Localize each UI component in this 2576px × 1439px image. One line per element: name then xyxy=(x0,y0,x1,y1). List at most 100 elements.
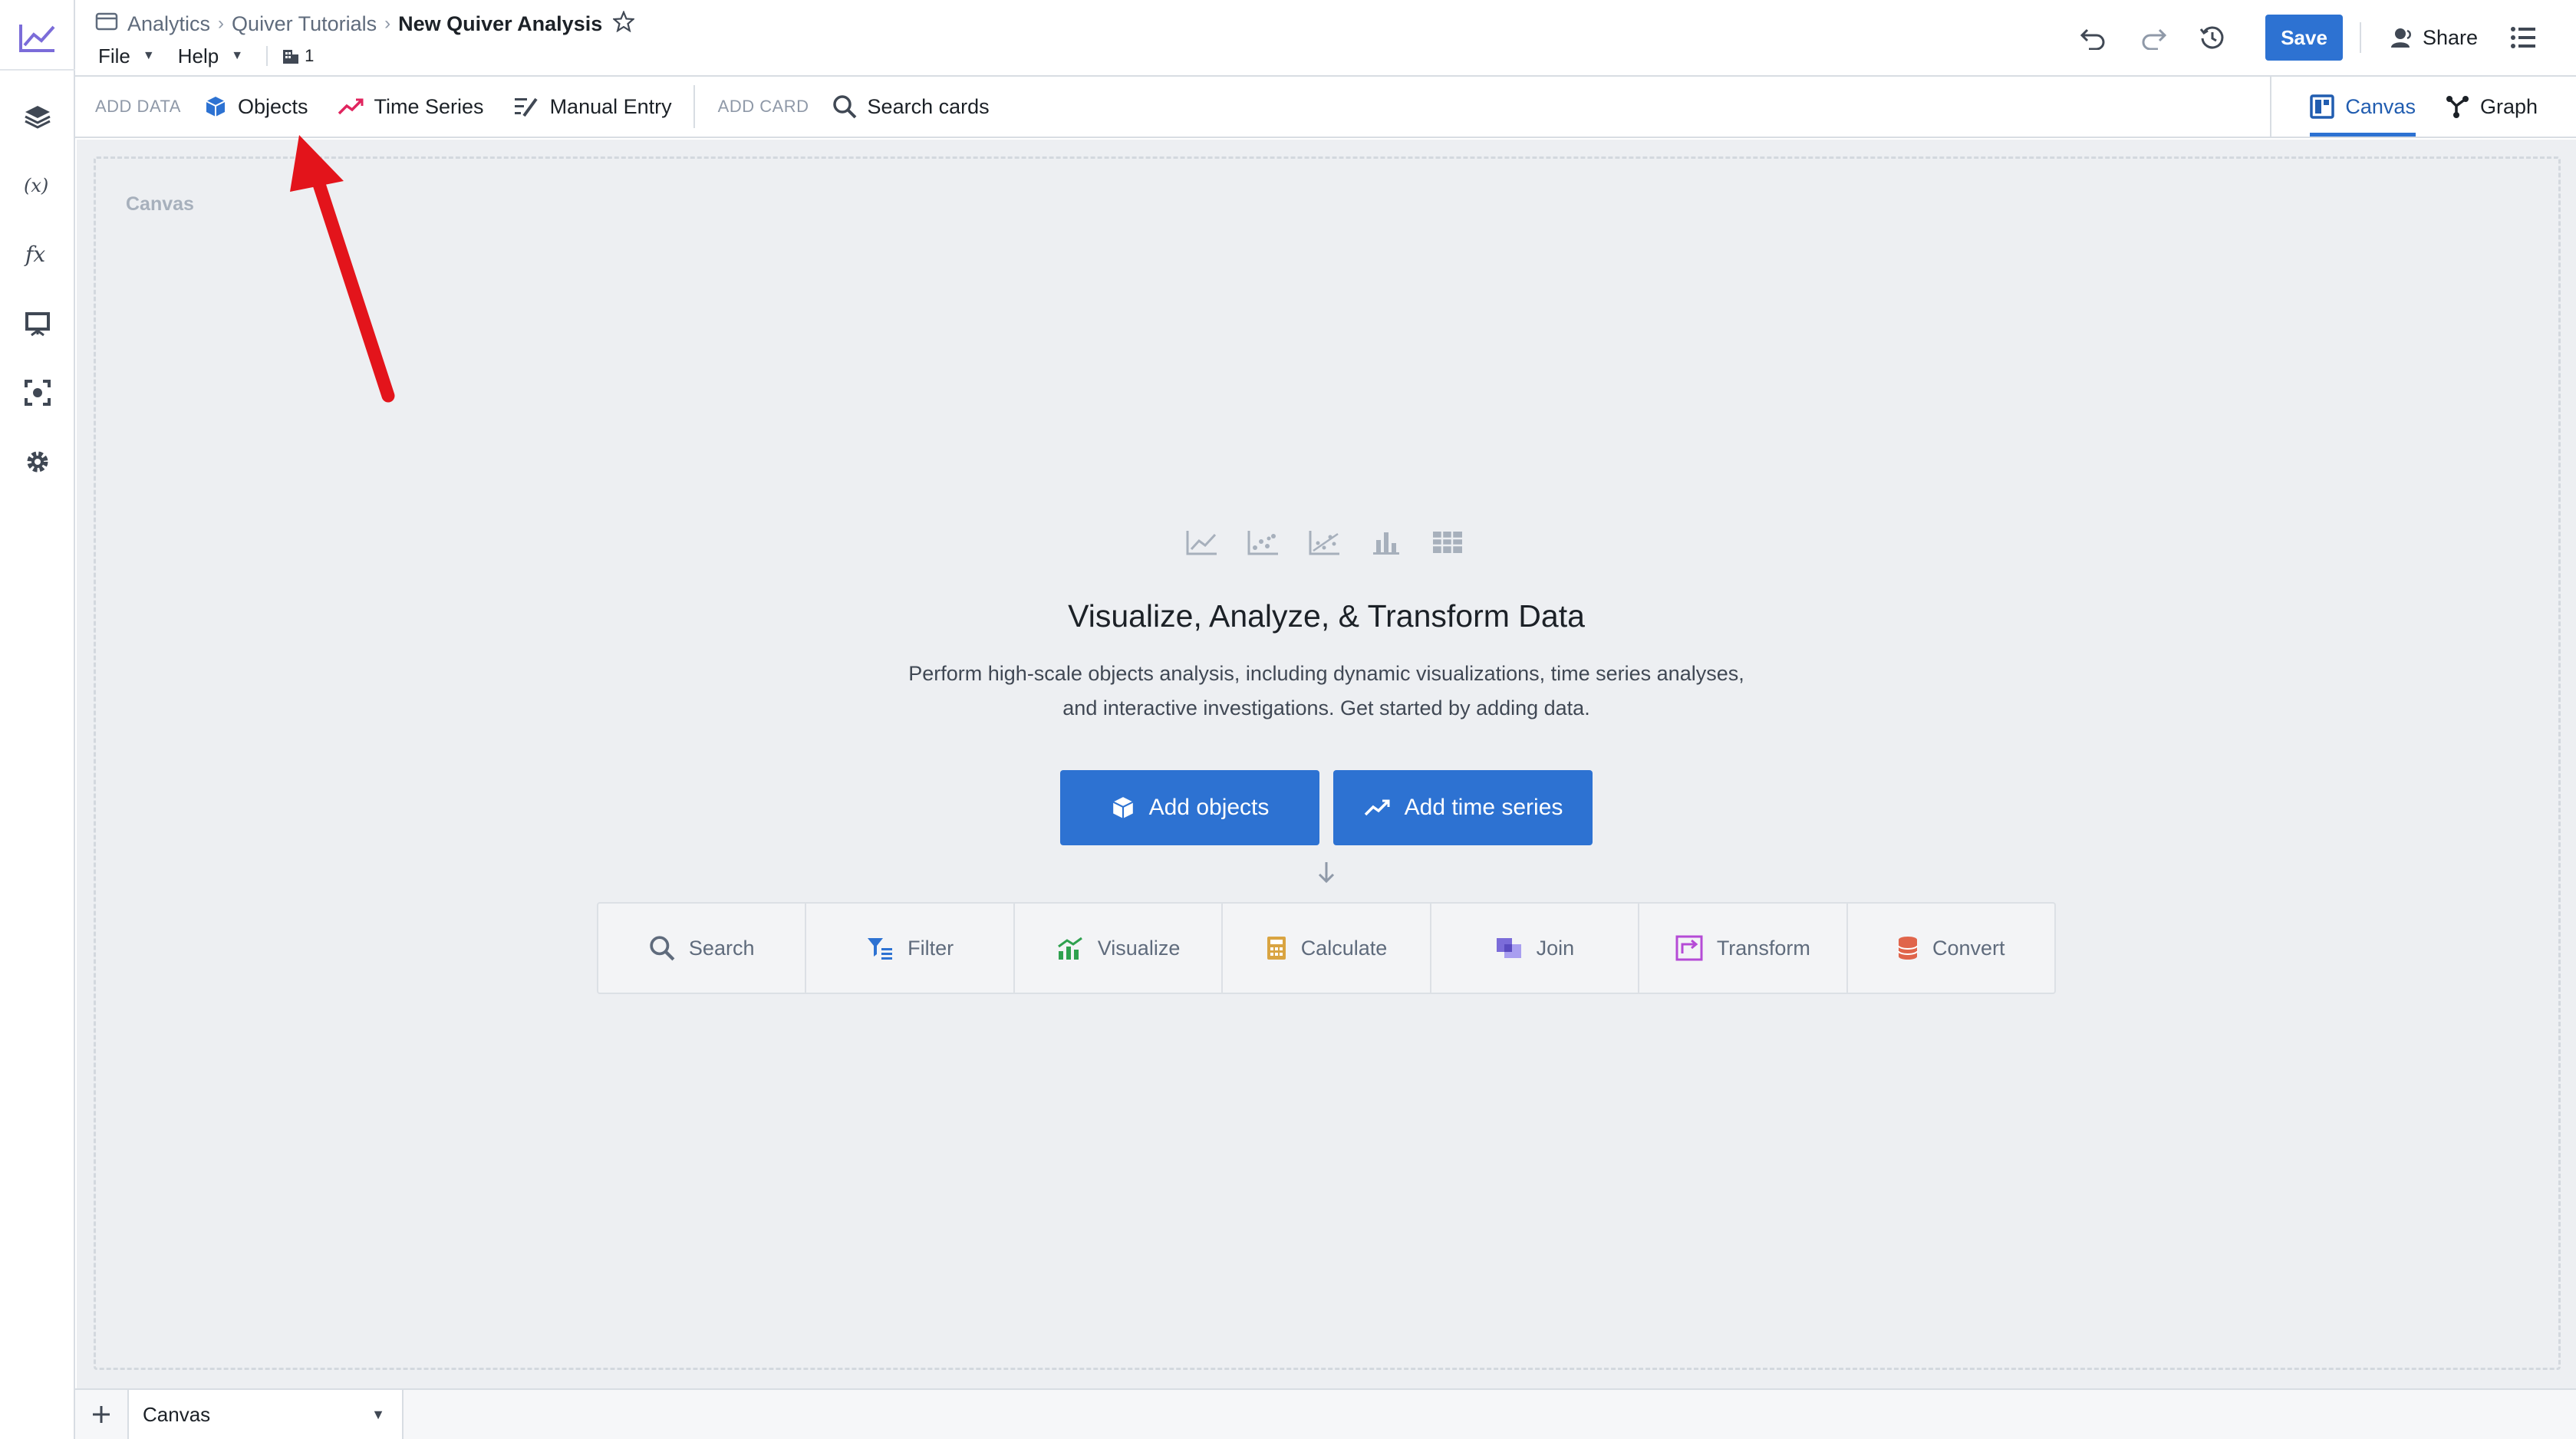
add-card-section-label: ADD CARD xyxy=(717,97,809,116)
time-series-label: Time Series xyxy=(374,94,484,118)
caret-down-icon: ▼ xyxy=(142,49,155,62)
help-menu-label: Help xyxy=(177,44,219,68)
undo-icon[interactable] xyxy=(2080,25,2107,50)
canvas-drop-zone[interactable] xyxy=(94,156,2561,1370)
bar-chart-icon xyxy=(1370,529,1402,555)
svg-text:(x): (x) xyxy=(24,175,48,196)
canvas-layout-icon xyxy=(2310,94,2335,119)
share-label: Share xyxy=(2422,25,2478,49)
analysis-file-icon xyxy=(95,12,118,37)
manual-entry-label: Manual Entry xyxy=(549,94,672,118)
toolbar-divider xyxy=(693,85,695,128)
step-visualize[interactable]: Visualize xyxy=(1015,904,1224,993)
header-actions: Save Share xyxy=(2047,14,2536,61)
view-switcher: Canvas Graph xyxy=(2270,77,2576,137)
file-menu-label: File xyxy=(98,44,130,68)
workflow-steps: Search Filter Visualize Calculate Join T… xyxy=(597,902,2056,994)
search-cards-button[interactable]: Search cards xyxy=(832,94,990,119)
analytics-logo-icon[interactable] xyxy=(0,6,75,71)
step-calculate[interactable]: Calculate xyxy=(1223,904,1431,993)
breadcrumb: Analytics › Quiver Tutorials › New Quive… xyxy=(95,9,636,38)
scatter-trend-icon xyxy=(1309,529,1341,555)
add-time-series-toolbar-button[interactable]: Time Series xyxy=(338,95,484,119)
save-button[interactable]: Save xyxy=(2265,15,2343,61)
add-objects-toolbar-button[interactable]: Objects xyxy=(204,95,308,119)
step-search[interactable]: Search xyxy=(598,904,807,993)
add-time-series-label: Add time series xyxy=(1404,795,1563,820)
help-menu[interactable]: Help ▼ xyxy=(178,44,243,68)
chevron-right-icon: › xyxy=(384,13,391,34)
header-divider xyxy=(2359,22,2361,53)
manual-entry-icon xyxy=(514,97,538,117)
bottom-tab-bar: Canvas ▼ xyxy=(75,1388,2576,1439)
empty-state-description-line-1: Perform high-scale objects analysis, inc… xyxy=(908,662,1744,685)
function-icon[interactable]: fx xyxy=(0,224,75,285)
breadcrumb-item-quiver-tutorials[interactable]: Quiver Tutorials xyxy=(232,12,377,36)
add-page-button[interactable] xyxy=(75,1390,129,1439)
tab-graph[interactable]: Graph xyxy=(2445,77,2538,137)
star-icon[interactable] xyxy=(611,9,636,38)
presentation-icon[interactable] xyxy=(0,293,75,354)
tab-canvas[interactable]: Canvas xyxy=(2310,77,2416,137)
breadcrumb-item-analytics[interactable]: Analytics xyxy=(127,12,210,36)
time-series-icon xyxy=(338,98,364,115)
database-icon xyxy=(1897,937,1918,960)
visualization-type-icons xyxy=(1186,529,1493,555)
time-series-icon xyxy=(1364,799,1390,816)
filter-icon xyxy=(868,938,893,960)
step-join[interactable]: Join xyxy=(1431,904,1640,993)
organization-count: 1 xyxy=(305,46,315,65)
file-menu[interactable]: File ▼ xyxy=(98,44,155,68)
search-icon xyxy=(832,95,856,119)
graph-icon xyxy=(2446,96,2469,118)
share-button[interactable]: Share xyxy=(2390,26,2478,50)
search-icon xyxy=(650,936,675,961)
empty-state-description-line-2: and interactive investigations. Get star… xyxy=(1062,696,1590,720)
step-join-label: Join xyxy=(1536,936,1575,960)
pivot-table-icon xyxy=(1431,529,1464,555)
empty-state-title: Visualize, Analyze, & Transform Data xyxy=(1068,598,1585,634)
app-header: Analytics › Quiver Tutorials › New Quive… xyxy=(75,0,2576,77)
search-cards-label: Search cards xyxy=(867,94,990,118)
calculator-icon xyxy=(1267,937,1286,960)
step-transform-label: Transform xyxy=(1716,936,1810,960)
scatter-plot-icon xyxy=(1247,529,1280,555)
manual-entry-toolbar-button[interactable]: Manual Entry xyxy=(513,95,672,119)
step-filter[interactable]: Filter xyxy=(806,904,1015,993)
add-objects-button[interactable]: Add objects xyxy=(1060,770,1319,845)
redo-icon[interactable] xyxy=(2140,25,2167,50)
canvas-label: Canvas xyxy=(126,193,194,215)
user-icon xyxy=(2390,28,2411,48)
history-icon[interactable] xyxy=(2199,25,2225,51)
step-calculate-label: Calculate xyxy=(1300,936,1388,960)
chevron-right-icon: › xyxy=(218,13,225,34)
building-icon xyxy=(283,50,299,64)
join-icon xyxy=(1496,938,1521,958)
add-time-series-button[interactable]: Add time series xyxy=(1333,770,1593,845)
empty-state-description: Perform high-scale objects analysis, inc… xyxy=(882,657,1771,726)
page-tab-canvas[interactable]: Canvas ▼ xyxy=(129,1390,404,1439)
line-chart-icon xyxy=(1186,529,1218,555)
cube-icon xyxy=(206,97,226,117)
arrow-down-icon xyxy=(1316,861,1336,887)
analysis-title[interactable]: New Quiver Analysis xyxy=(398,12,602,36)
objects-label: Objects xyxy=(237,94,308,118)
focus-icon[interactable] xyxy=(0,362,75,423)
cube-icon xyxy=(1112,797,1133,818)
plus-icon xyxy=(93,1406,110,1423)
page-tab-label: Canvas xyxy=(143,1402,211,1426)
step-search-label: Search xyxy=(688,936,755,960)
layers-icon[interactable] xyxy=(0,86,75,147)
settings-gear-icon[interactable] xyxy=(0,431,75,492)
variables-icon[interactable]: (x) xyxy=(0,155,75,216)
outline-list-icon[interactable] xyxy=(2510,25,2536,50)
organization-indicator[interactable]: 1 xyxy=(282,46,314,66)
caret-down-icon[interactable]: ▼ xyxy=(371,1407,385,1423)
add-objects-label: Add objects xyxy=(1148,795,1270,820)
add-data-toolbar: ADD DATA Objects Time Series Manual Entr… xyxy=(75,77,2576,138)
step-convert-label: Convert xyxy=(1932,936,2005,960)
caret-down-icon: ▼ xyxy=(231,49,244,62)
step-convert[interactable]: Convert xyxy=(1848,904,2054,993)
transform-icon xyxy=(1675,935,1703,961)
step-transform[interactable]: Transform xyxy=(1639,904,1848,993)
